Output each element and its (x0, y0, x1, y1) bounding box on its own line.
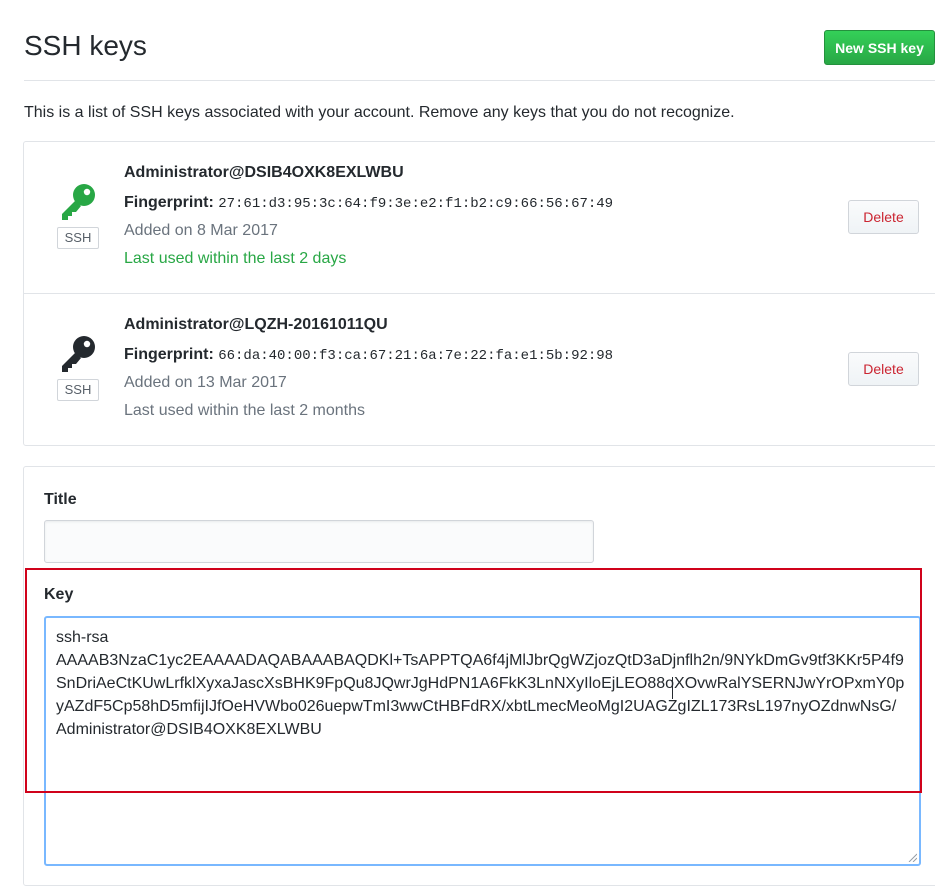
page-header: SSH keys New SSH key (24, 0, 935, 81)
fingerprint-value: 66:da:40:00:f3:ca:67:21:6a:7e:22:fa:e1:5… (218, 348, 614, 364)
delete-button[interactable]: Delete (848, 200, 919, 234)
added-date: Added on 8 Mar 2017 (124, 222, 278, 239)
key-text: ssh-rsa AAAAB3NzaC1yc2EAAAADAQABAAABAQDK… (56, 629, 905, 738)
title-label: Title (44, 491, 77, 508)
added-date: Added on 13 Mar 2017 (124, 374, 287, 391)
fingerprint-line: Fingerprint: 66:da:40:00:f3:ca:67:21:6a:… (124, 346, 613, 364)
fingerprint-label: Fingerprint: (124, 194, 214, 211)
text-caret (672, 677, 673, 699)
delete-button[interactable]: Delete (848, 352, 919, 386)
fingerprint-label: Fingerprint: (124, 346, 214, 363)
key-title: Administrator@LQZH-20161011QU (124, 316, 388, 333)
page-title: SSH keys (24, 30, 147, 61)
new-ssh-key-button[interactable]: New SSH key (824, 30, 935, 65)
ssh-badge: SSH (57, 379, 99, 401)
key-label: Key (44, 586, 74, 603)
key-title: Administrator@DSIB4OXK8EXLWBU (124, 164, 404, 181)
ssh-key-item: SSH Administrator@DSIB4OXK8EXLWBU Finger… (24, 142, 935, 294)
intro-text: This is a list of SSH keys associated wi… (24, 104, 735, 121)
key-icon (62, 336, 95, 372)
fingerprint-value: 27:61:d3:95:3c:64:f9:3e:e2:f1:b2:c9:66:5… (218, 196, 614, 212)
title-input[interactable] (44, 520, 594, 563)
key-textarea[interactable]: ssh-rsa AAAAB3NzaC1yc2EAAAADAQABAAABAQDK… (44, 616, 921, 866)
ssh-key-list: SSH Administrator@DSIB4OXK8EXLWBU Finger… (23, 141, 935, 446)
key-icon (62, 184, 95, 220)
fingerprint-line: Fingerprint: 27:61:d3:95:3c:64:f9:3e:e2:… (124, 194, 613, 212)
last-used: Last used within the last 2 days (124, 250, 347, 267)
ssh-badge: SSH (57, 227, 99, 249)
resize-grip-icon[interactable] (907, 852, 917, 862)
ssh-key-item: SSH Administrator@LQZH-20161011QU Finger… (24, 294, 935, 446)
last-used: Last used within the last 2 months (124, 402, 366, 419)
